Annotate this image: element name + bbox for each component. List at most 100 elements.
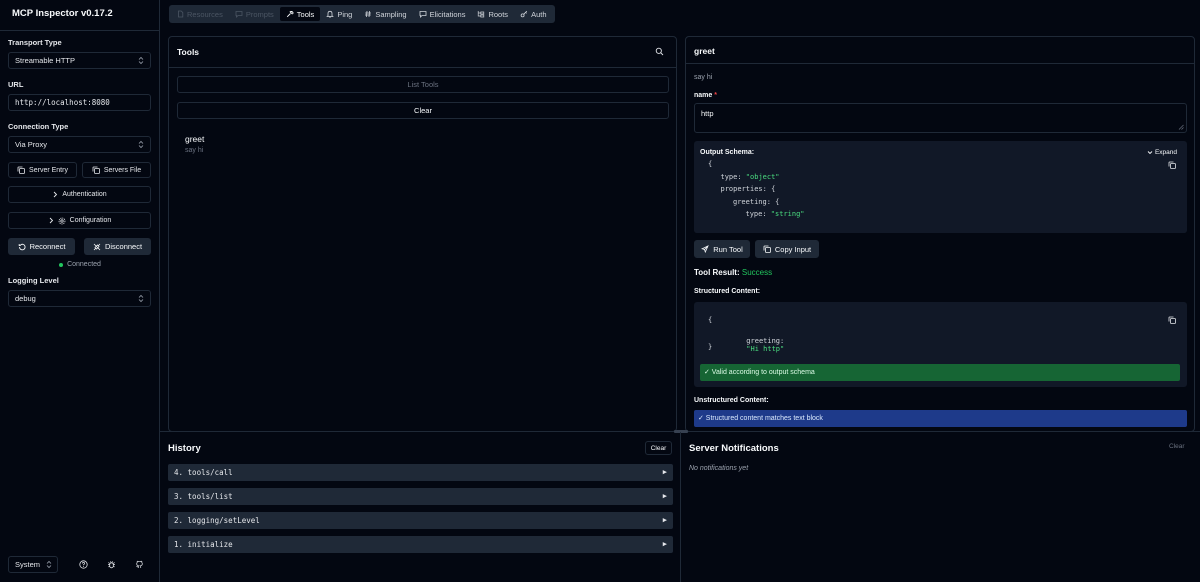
servers-file-label: Servers File (103, 166, 142, 174)
tab-sampling[interactable]: Sampling (358, 7, 412, 21)
connection-type-label: Connection Type (8, 122, 69, 131)
app-title: MCP Inspector v0.17.2 (12, 8, 113, 19)
history-title: History (168, 443, 201, 454)
tool-detail-header: greet (686, 37, 1194, 64)
schema-fade (694, 219, 1187, 233)
authentication-label: Authentication (62, 191, 107, 198)
chevron-up-down-icon (138, 56, 144, 65)
history-item-label: 2. logging/setLevel (174, 516, 260, 525)
message-square-icon (419, 10, 427, 18)
tab-elicitations-label: Elicitations (429, 9, 466, 19)
hammer-icon (286, 10, 294, 18)
search-icon[interactable] (655, 47, 664, 56)
chevron-up-down-icon (46, 560, 52, 569)
copy-icon (763, 245, 771, 253)
tab-tools[interactable]: Tools (279, 7, 321, 21)
url-input[interactable]: http://localhost:8080 (8, 94, 151, 111)
output-schema-box: Output Schema: Expand {type: "object" pro… (694, 141, 1187, 233)
output-schema-label: Output Schema: (700, 149, 755, 156)
tab-roots-label: Roots (488, 9, 509, 19)
bug-icon[interactable] (107, 560, 116, 569)
reconnect-label: Reconnect (29, 242, 66, 251)
reconnect-button[interactable]: Reconnect (8, 238, 75, 255)
logging-level-select[interactable]: debug (8, 290, 151, 307)
tab-auth[interactable]: Auth (514, 7, 552, 21)
tab-resources-label: Resources (187, 9, 223, 19)
theme-value: System (15, 560, 41, 569)
structured-content-label: Structured Content: (694, 288, 761, 295)
configuration-toggle[interactable]: Configuration (8, 212, 151, 229)
clear-tools-button[interactable]: Clear (177, 102, 669, 119)
tool-item-name: greet (185, 134, 205, 144)
tab-ping[interactable]: Ping (320, 7, 358, 21)
param-name-value: http (701, 109, 714, 118)
rotate-ccw-icon (18, 243, 26, 251)
tab-prompts[interactable]: Prompts (229, 7, 280, 21)
schema-code-line: properties: { (721, 185, 776, 193)
chevron-up-down-icon (138, 294, 144, 303)
tools-panel-title: Tools (177, 47, 200, 57)
notifications-empty-text: No notifications yet (689, 465, 749, 472)
theme-select[interactable]: System (8, 556, 58, 573)
resize-handle[interactable] (674, 430, 688, 433)
key-icon (520, 10, 528, 18)
notifications-clear-button[interactable]: Clear (1169, 443, 1185, 450)
bell-icon (326, 10, 335, 18)
history-item[interactable]: 3. tools/list ▶ (168, 488, 673, 505)
structured-content-box: { greeting: "Hi http" } ✓ Valid accordin… (694, 302, 1187, 387)
tab-elicitations[interactable]: Elicitations (413, 7, 472, 21)
main-tabs: Resources Prompts Tools Ping Sampling El… (169, 5, 555, 23)
schema-code-value: { (775, 197, 780, 206)
param-name-input[interactable]: http (694, 103, 1187, 133)
tool-item-description: say hi (185, 147, 204, 154)
chevron-up-down-icon (138, 140, 144, 149)
servers-file-button[interactable]: Servers File (82, 162, 151, 178)
tab-resources[interactable]: Resources (171, 7, 229, 21)
tool-result-status: Success (741, 268, 773, 277)
expand-button[interactable]: Expand (1147, 149, 1177, 156)
history-item[interactable]: 1. initialize ▶ (168, 536, 673, 553)
server-entry-label: Server Entry (29, 166, 68, 174)
logging-level-label: Logging Level (8, 276, 59, 285)
authentication-toggle[interactable]: Authentication (8, 186, 151, 203)
history-item-label: 3. tools/list (174, 492, 233, 501)
run-tool-label: Run Tool (713, 244, 743, 254)
copy-icon[interactable] (1168, 161, 1176, 169)
sidebar-divider (0, 30, 159, 31)
github-icon[interactable] (135, 560, 144, 569)
help-icon[interactable] (79, 560, 88, 569)
tab-sampling-label: Sampling (375, 9, 407, 19)
configuration-label: Configuration (69, 217, 112, 224)
history-item[interactable]: 4. tools/call ▶ (168, 464, 673, 481)
server-entry-button[interactable]: Server Entry (8, 162, 77, 178)
connection-type-select[interactable]: Via Proxy (8, 136, 151, 153)
server-notifications-title: Server Notifications (689, 443, 779, 454)
schema-code-value: { (771, 185, 776, 193)
schema-code-line: type: "string" (746, 210, 805, 218)
disconnect-button[interactable]: Disconnect (84, 238, 151, 255)
tab-tools-label: Tools (296, 9, 315, 19)
unstructured-content-label: Unstructured Content: (694, 397, 769, 404)
tool-detail-description: say hi (694, 74, 713, 81)
tab-roots[interactable]: Roots (471, 7, 514, 21)
transport-type-select[interactable]: Streamable HTTP (8, 52, 151, 69)
hash-icon (364, 10, 372, 18)
send-icon (701, 245, 710, 253)
tool-list-item[interactable]: greet say hi (185, 134, 204, 154)
history-clear-button[interactable]: Clear (645, 441, 672, 455)
resize-grip-icon[interactable] (1178, 124, 1184, 130)
run-tool-button[interactable]: Run Tool (694, 240, 750, 258)
copy-icon (17, 166, 25, 174)
copy-icon (92, 166, 100, 174)
list-tools-button[interactable]: List Tools (177, 76, 669, 93)
chevron-right-icon (48, 217, 54, 224)
copy-icon[interactable] (1168, 316, 1176, 324)
structured-line: greeting: "Hi http" (721, 329, 784, 361)
history-item[interactable]: 2. logging/setLevel ▶ (168, 512, 673, 529)
tool-result-label: Tool Result: (694, 268, 740, 277)
copy-input-button[interactable]: Copy Input (755, 240, 819, 258)
history-item-label: 4. tools/call (174, 468, 233, 477)
structured-close-brace: } (708, 343, 713, 351)
connection-type-value: Via Proxy (15, 140, 47, 149)
tab-ping-label: Ping (337, 9, 353, 19)
